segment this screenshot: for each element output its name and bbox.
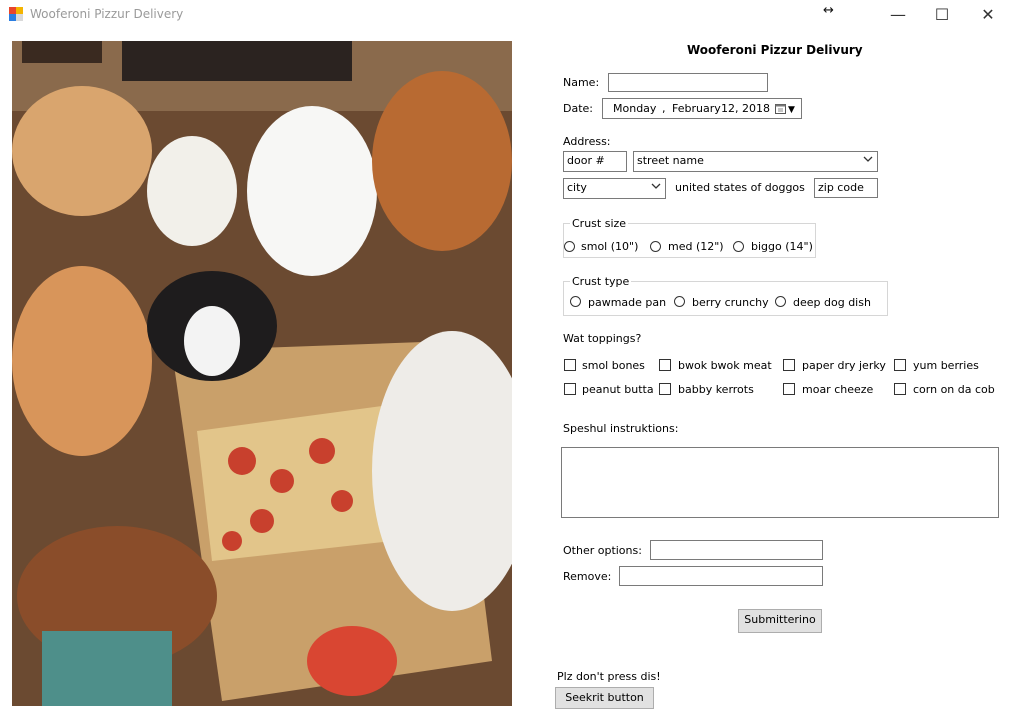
topping-berries-label[interactable]: yum berries <box>913 359 979 372</box>
toppings-label: Wat toppings? <box>563 332 642 345</box>
submit-button[interactable]: Submitterino <box>738 609 822 633</box>
topping-smol-bones-checkbox[interactable] <box>564 359 576 371</box>
topping-kerrots-label[interactable]: babby kerrots <box>678 383 754 396</box>
date-picker[interactable]: Monday , February 12, 2018 ▼ <box>602 98 802 119</box>
topping-bwok-label[interactable]: bwok bwok meat <box>678 359 772 372</box>
crust-type-berry-label[interactable]: berry crunchy <box>692 296 769 309</box>
chevron-down-icon <box>651 183 661 189</box>
date-day-year: 12, 2018 <box>721 102 770 115</box>
remove-input[interactable] <box>619 566 823 586</box>
crust-size-smol-radio[interactable] <box>564 241 575 252</box>
address-label: Address: <box>563 135 611 148</box>
close-button[interactable]: ✕ <box>965 0 1011 28</box>
topping-corn-label[interactable]: corn on da cob <box>913 383 995 396</box>
country-label: united states of doggos <box>675 181 805 194</box>
crust-size-smol-label[interactable]: smol (10") <box>581 240 638 253</box>
crust-type-title: Crust type <box>570 275 632 288</box>
crust-type-berry-radio[interactable] <box>674 296 685 307</box>
crust-size-med-label[interactable]: med (12") <box>668 240 724 253</box>
date-dropdown-icon[interactable]: ▼ <box>788 103 795 117</box>
instructions-textarea[interactable] <box>561 447 999 518</box>
date-separator: , <box>662 102 666 115</box>
date-month: February <box>672 102 721 115</box>
crust-size-biggo-label[interactable]: biggo (14") <box>751 240 813 253</box>
dogs-pizza-photo <box>12 41 512 706</box>
crust-type-deep-radio[interactable] <box>775 296 786 307</box>
instructions-label: Speshul instruktions: <box>563 422 679 435</box>
door-number-input[interactable]: door # <box>563 151 627 172</box>
zip-code-input[interactable]: zip code <box>814 178 878 198</box>
topping-kerrots-checkbox[interactable] <box>659 383 671 395</box>
city-value: city <box>567 181 587 194</box>
date-label: Date: <box>563 102 593 115</box>
topping-peanut-checkbox[interactable] <box>564 383 576 395</box>
topping-cheeze-label[interactable]: moar cheeze <box>802 383 873 396</box>
topping-cheeze-checkbox[interactable] <box>783 383 795 395</box>
topping-smol-bones-label[interactable]: smol bones <box>582 359 645 372</box>
topping-berries-checkbox[interactable] <box>894 359 906 371</box>
minimize-button[interactable]: — <box>875 0 921 28</box>
calendar-icon <box>775 104 786 114</box>
name-label: Name: <box>563 76 600 89</box>
topping-bwok-checkbox[interactable] <box>659 359 671 371</box>
chevron-down-icon <box>863 156 873 162</box>
app-icon <box>9 7 23 21</box>
warning-text: Plz don't press dis! <box>557 670 661 683</box>
other-options-input[interactable] <box>650 540 823 560</box>
remove-label: Remove: <box>563 570 612 583</box>
date-weekday: Monday <box>613 102 657 115</box>
topping-corn-checkbox[interactable] <box>894 383 906 395</box>
street-name-value: street name <box>637 154 704 167</box>
secret-button[interactable]: Seekrit button <box>555 687 654 709</box>
topping-jerky-checkbox[interactable] <box>783 359 795 371</box>
other-options-label: Other options: <box>563 544 642 557</box>
resize-icon: ↔ <box>823 3 834 18</box>
maximize-button[interactable]: ☐ <box>919 0 965 28</box>
form-title: Wooferoni Pizzur Delivury <box>687 43 863 57</box>
name-input[interactable] <box>608 73 768 92</box>
window-title: Wooferoni Pizzur Delivery <box>30 7 184 21</box>
crust-size-biggo-radio[interactable] <box>733 241 744 252</box>
topping-jerky-label[interactable]: paper dry jerky <box>802 359 886 372</box>
crust-type-pawmade-label[interactable]: pawmade pan <box>588 296 666 309</box>
street-name-combo[interactable]: street name <box>633 151 878 172</box>
topping-peanut-label[interactable]: peanut butta <box>582 383 654 396</box>
crust-type-pawmade-radio[interactable] <box>570 296 581 307</box>
crust-size-med-radio[interactable] <box>650 241 661 252</box>
city-combo[interactable]: city <box>563 178 666 199</box>
crust-size-title: Crust size <box>570 217 629 230</box>
crust-type-deep-label[interactable]: deep dog dish <box>793 296 871 309</box>
